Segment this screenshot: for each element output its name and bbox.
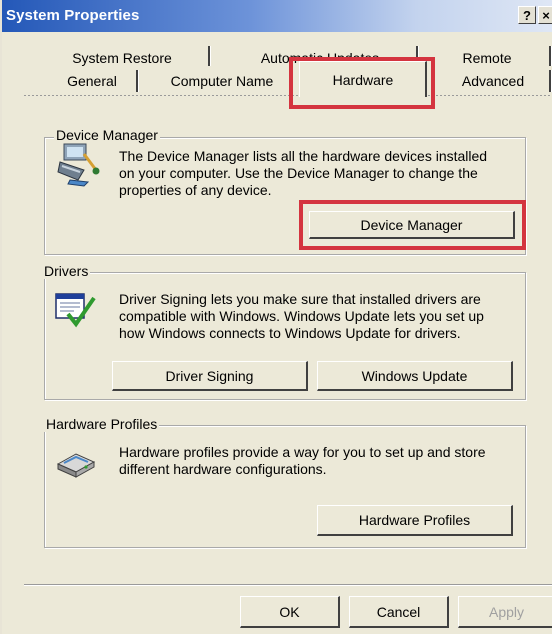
help-button[interactable]: ? bbox=[518, 6, 536, 24]
tab-general[interactable]: General bbox=[52, 73, 132, 93]
description-line: properties of any device. bbox=[119, 182, 272, 198]
tab-label: Advanced bbox=[461, 73, 525, 89]
drivers-group-label: Drivers bbox=[42, 263, 91, 279]
device-manager-description: The Device Manager lists all the hardwar… bbox=[119, 148, 519, 199]
description-line: different hardware configurations. bbox=[119, 461, 327, 477]
description-line: how Windows connects to Windows Update f… bbox=[119, 325, 461, 341]
window-title: System Properties bbox=[6, 7, 140, 24]
description-line: The Device Manager lists all the hardwar… bbox=[119, 148, 488, 164]
driver-signing-button[interactable]: Driver Signing bbox=[112, 361, 308, 391]
close-button[interactable]: × bbox=[538, 6, 552, 24]
tab-separator bbox=[136, 70, 139, 92]
tab-label: General bbox=[67, 73, 117, 89]
tab-advanced[interactable]: Advanced bbox=[448, 73, 538, 93]
tab-label: Remote bbox=[462, 50, 512, 66]
hardware-profiles-button[interactable]: Hardware Profiles bbox=[317, 505, 513, 536]
hardware-profiles-icon bbox=[56, 453, 96, 478]
device-manager-icon bbox=[57, 143, 100, 187]
tab-remote[interactable]: Remote bbox=[442, 50, 532, 70]
tab-system-restore[interactable]: System Restore bbox=[57, 50, 187, 70]
apply-button[interactable]: Apply bbox=[458, 596, 552, 628]
description-line: Driver Signing lets you make sure that i… bbox=[119, 291, 481, 307]
tab-separator bbox=[208, 46, 211, 66]
title-bar[interactable]: System Properties ? × bbox=[2, 0, 552, 32]
footer-divider bbox=[24, 584, 552, 586]
driver-signing-icon bbox=[55, 293, 96, 328]
description-line: on your computer. Use the Device Manager… bbox=[119, 165, 478, 181]
hardware-profiles-group-label: Hardware Profiles bbox=[44, 416, 160, 432]
description-line: compatible with Windows. Windows Update … bbox=[119, 308, 484, 324]
tab-strip-divider bbox=[24, 95, 552, 96]
description-line: Hardware profiles provide a way for you … bbox=[119, 444, 486, 460]
system-properties-dialog: System Properties ? × System Restore Aut… bbox=[0, 0, 552, 634]
tab-label: System Restore bbox=[72, 50, 172, 66]
cancel-button[interactable]: Cancel bbox=[349, 596, 449, 628]
ok-button[interactable]: OK bbox=[240, 596, 340, 628]
tab-computer-name[interactable]: Computer Name bbox=[154, 73, 290, 93]
device-manager-button[interactable]: Device Manager bbox=[309, 211, 515, 239]
drivers-description: Driver Signing lets you make sure that i… bbox=[119, 291, 524, 342]
hardware-profiles-description: Hardware profiles provide a way for you … bbox=[119, 444, 524, 478]
tab-hardware[interactable]: Hardware bbox=[299, 61, 427, 97]
tab-label: Computer Name bbox=[170, 73, 274, 89]
windows-update-button[interactable]: Windows Update bbox=[317, 361, 513, 391]
tab-label: Hardware bbox=[332, 72, 394, 88]
